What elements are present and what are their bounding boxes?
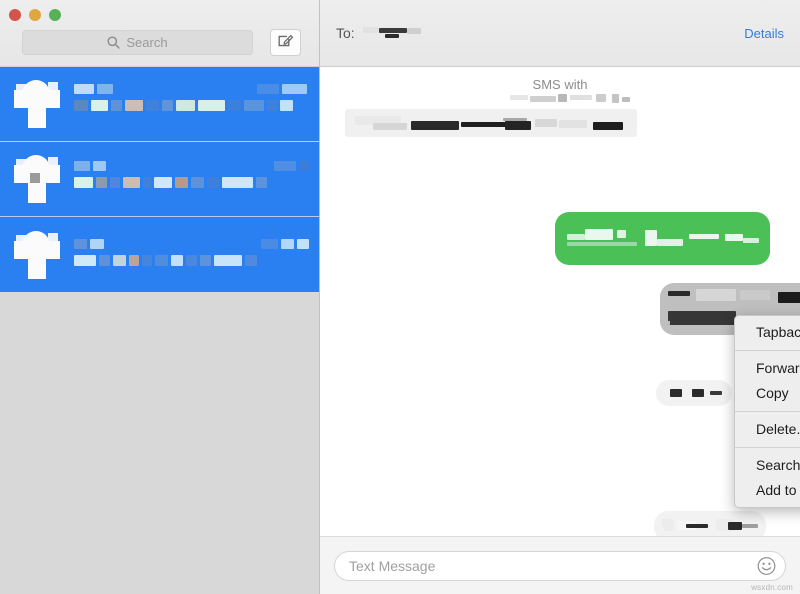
watermark: wsxdn.com <box>751 583 793 592</box>
menu-item-forward[interactable]: Forward... <box>735 356 800 381</box>
message-placeholder: Text Message <box>349 557 436 574</box>
conversation-text <box>74 80 309 128</box>
message-bubble-received[interactable] <box>656 380 732 406</box>
contact-name-redacted <box>74 84 113 94</box>
conversation-row[interactable] <box>0 217 319 292</box>
preview-redacted <box>74 100 293 111</box>
menu-separator <box>735 350 800 351</box>
message-thread: SMS with Tapbac Forwar Copy Delete. Sear… <box>320 67 800 536</box>
menu-item-delete[interactable]: Delete... <box>735 417 800 442</box>
preview-redacted <box>74 254 257 266</box>
search-input[interactable]: Search <box>22 30 253 55</box>
menu-item-tapback[interactable]: Tapback... <box>735 320 800 345</box>
conversation-text <box>74 231 309 279</box>
service-detail-redacted <box>510 93 630 105</box>
message-bubble-received[interactable] <box>654 511 766 536</box>
service-header: SMS with <box>532 77 588 92</box>
timestamp-redacted <box>257 84 307 94</box>
minimize-button[interactable] <box>29 9 41 21</box>
conversation-text <box>74 155 309 203</box>
conversation-row[interactable] <box>0 67 319 142</box>
conversation-list <box>0 67 319 292</box>
message-input[interactable]: Text Message <box>334 550 786 581</box>
menu-separator <box>735 411 800 412</box>
compose-icon <box>277 32 294 54</box>
conversation-pane: To: Details SMS with Tapbac Forwar Copy … <box>320 0 800 594</box>
conversations-sidebar: Search <box>0 0 320 594</box>
menu-item-add-to-itunes-spoken-track[interactable]: Add to iTunes as a Spoken Track <box>735 478 800 503</box>
message-bubble-sent[interactable] <box>555 212 770 265</box>
thread-header-redacted <box>345 109 637 137</box>
to-label: To: <box>336 25 355 41</box>
search-icon <box>107 36 121 49</box>
menu-item-copy[interactable]: Copy <box>735 381 800 406</box>
contact-name-redacted <box>74 161 106 171</box>
search-placeholder: Search <box>126 35 168 50</box>
avatar <box>14 155 62 203</box>
compose-bar: Text Message wsxdn.com <box>320 536 800 594</box>
conversation-header: To: Details <box>320 0 800 67</box>
details-button[interactable]: Details <box>744 26 784 41</box>
menu-item-search-with-google[interactable]: Search With Google <box>735 453 800 478</box>
messages-window: Search To: Details SMS with Tapbac Forwa… <box>0 0 800 594</box>
timestamp-redacted <box>274 161 309 171</box>
compose-button[interactable] <box>270 29 301 56</box>
smiley-icon[interactable] <box>757 556 776 575</box>
sidebar-empty-area <box>0 292 319 594</box>
sidebar-toolbar: Search <box>0 0 319 67</box>
context-menu: Tapback... Forward... Copy Delete... Sea… <box>734 315 800 508</box>
zoom-button[interactable] <box>49 9 61 21</box>
recipient-redacted <box>362 25 421 41</box>
timestamp-redacted <box>261 238 309 249</box>
avatar <box>14 230 62 279</box>
preview-redacted <box>74 177 267 188</box>
close-button[interactable] <box>9 9 21 21</box>
avatar <box>14 80 62 128</box>
window-controls <box>9 9 61 21</box>
conversation-row[interactable] <box>0 142 319 217</box>
contact-name-redacted <box>74 238 104 249</box>
menu-separator <box>735 447 800 448</box>
